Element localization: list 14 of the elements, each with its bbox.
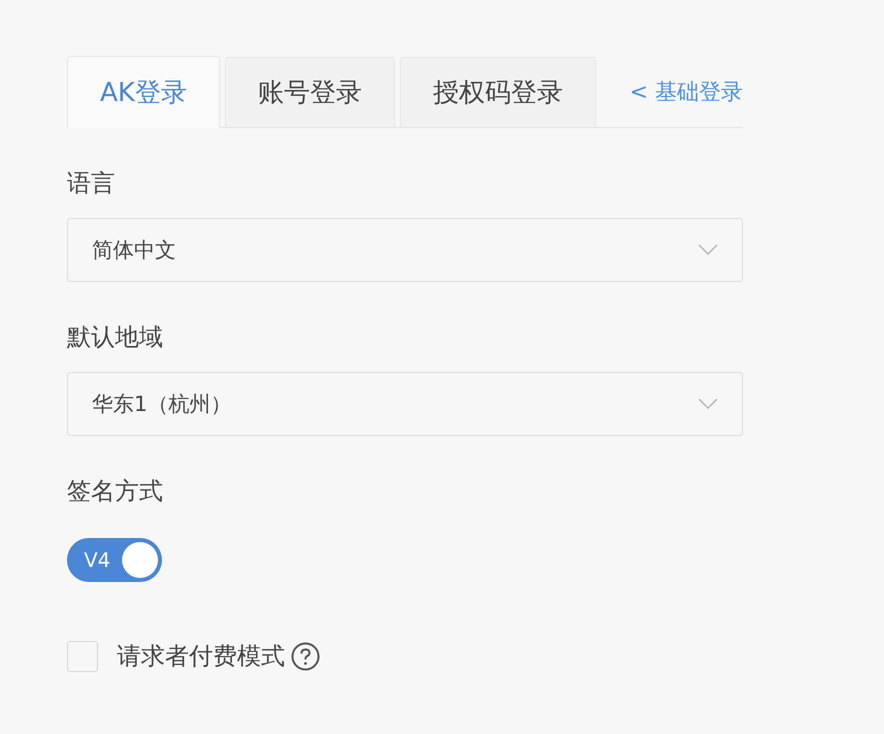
checkbox[interactable] xyxy=(67,640,98,672)
field-label: 语言 xyxy=(67,168,116,198)
select-field[interactable]: 华东1（杭州） xyxy=(67,372,743,436)
checkbox-label: 请求者付费模式 xyxy=(117,641,285,672)
tab[interactable]: 账号登录 xyxy=(224,57,395,127)
chevron-down-icon xyxy=(698,244,718,256)
select-field[interactable]: 简体中文 xyxy=(67,218,743,282)
help-icon[interactable] xyxy=(291,642,320,670)
chevron-down-icon xyxy=(698,398,718,410)
tab[interactable]: 授权码登录 xyxy=(400,57,596,127)
tab[interactable]: AK登录 xyxy=(67,56,220,128)
field-label: 签名方式 xyxy=(67,476,164,506)
field-label: 默认地域 xyxy=(67,322,164,352)
toggle-switch[interactable]: V4 xyxy=(67,538,162,582)
